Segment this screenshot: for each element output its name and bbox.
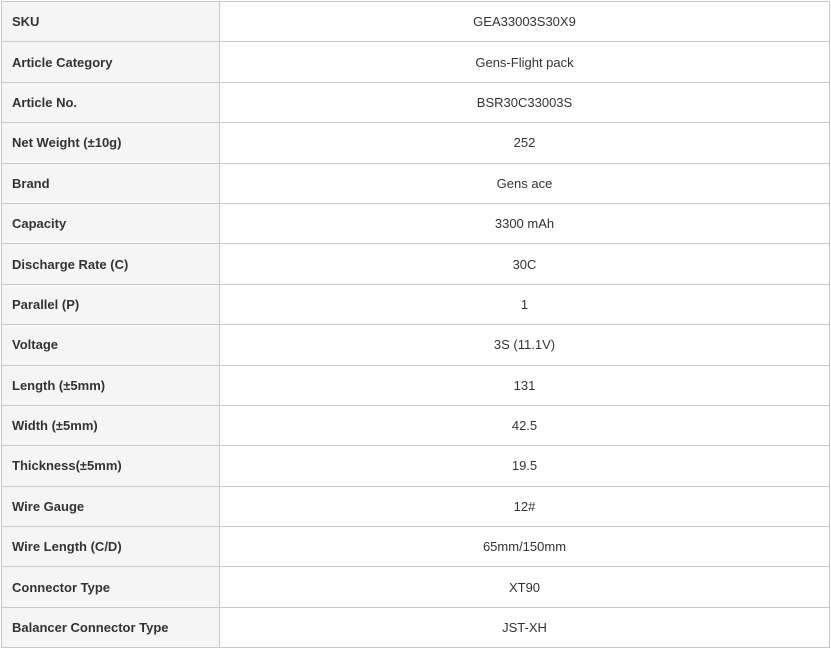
spec-value: 3S (11.1V) [219,324,830,366]
table-row: Capacity 3300 mAh [1,202,830,245]
spec-value: Gens-Flight pack [219,41,830,83]
spec-label: Wire Gauge [1,485,220,528]
spec-label: Article No. [1,81,220,124]
table-row: Wire Gauge 12# [1,485,830,528]
spec-value: BSR30C33003S [219,81,830,124]
table-row: Wire Length (C/D) 65mm/150mm [1,526,830,568]
spec-label: SKU [1,0,220,43]
spec-label: Discharge Rate (C) [1,243,220,285]
table-row: Length (±5mm) 131 [1,364,830,406]
spec-label: Balancer Connector Type [1,606,220,649]
spec-value: JST-XH [219,606,830,649]
spec-value: 131 [219,364,830,406]
spec-value: 1 [219,283,830,326]
spec-label: Brand [1,162,220,204]
table-row: Parallel (P) 1 [1,283,830,326]
spec-table: SKU GEA33003S30X9 Article Category Gens-… [1,0,830,649]
spec-label: Length (±5mm) [1,364,220,406]
table-row: Voltage 3S (11.1V) [1,324,830,366]
spec-label: Voltage [1,324,220,366]
spec-label: Thickness(±5mm) [1,445,220,487]
table-row: Width (±5mm) 42.5 [1,404,830,447]
table-row: Thickness(±5mm) 19.5 [1,445,830,487]
spec-value: 19.5 [219,445,830,487]
table-row: Article No. BSR30C33003S [1,81,830,124]
table-row: Brand Gens ace [1,162,830,204]
spec-value: 30C [219,243,830,285]
spec-label: Connector Type [1,566,220,608]
spec-label: Wire Length (C/D) [1,526,220,568]
spec-value: XT90 [219,566,830,608]
spec-label: Parallel (P) [1,283,220,326]
spec-value: 42.5 [219,404,830,447]
spec-label: Width (±5mm) [1,404,220,447]
table-row: Balancer Connector Type JST-XH [1,606,830,649]
spec-label: Capacity [1,202,220,245]
table-row: SKU GEA33003S30X9 [1,0,830,43]
table-row: Net Weight (±10g) 252 [1,122,830,164]
spec-value: 12# [219,485,830,528]
spec-value: 3300 mAh [219,202,830,245]
spec-value: 65mm/150mm [219,526,830,568]
table-row: Article Category Gens-Flight pack [1,41,830,83]
spec-value: 252 [219,122,830,164]
spec-label: Net Weight (±10g) [1,122,220,164]
spec-value: GEA33003S30X9 [219,0,830,43]
table-row: Discharge Rate (C) 30C [1,243,830,285]
spec-value: Gens ace [219,162,830,204]
table-row: Connector Type XT90 [1,566,830,608]
spec-label: Article Category [1,41,220,83]
